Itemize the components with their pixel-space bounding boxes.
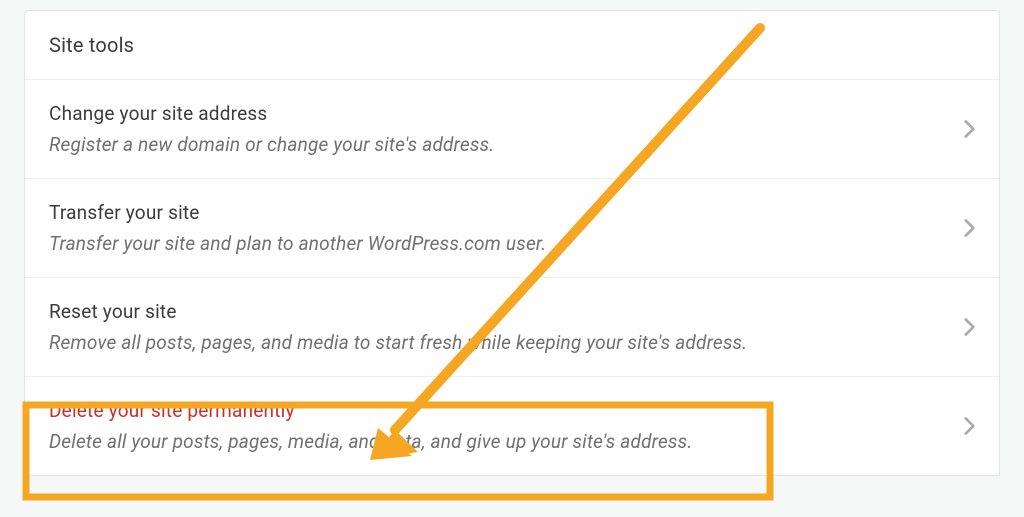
row-text: Change your site address Register a new … (49, 102, 955, 156)
row-desc: Transfer your site and plan to another W… (49, 232, 955, 255)
chevron-right-icon (955, 412, 983, 440)
row-change-address[interactable]: Change your site address Register a new … (25, 80, 999, 179)
row-delete-site[interactable]: Delete your site permanently Delete all … (25, 377, 999, 475)
row-desc: Remove all posts, pages, and media to st… (49, 331, 955, 354)
row-text: Reset your site Remove all posts, pages,… (49, 300, 955, 354)
section-header: Site tools (25, 11, 999, 80)
chevron-right-icon (955, 313, 983, 341)
row-title: Transfer your site (49, 201, 955, 224)
row-title: Reset your site (49, 300, 955, 323)
row-text: Delete your site permanently Delete all … (49, 399, 955, 453)
site-tools-panel: Site tools Change your site address Regi… (24, 10, 1000, 476)
row-desc: Register a new domain or change your sit… (49, 133, 955, 156)
row-desc: Delete all your posts, pages, media, and… (49, 430, 955, 453)
chevron-right-icon (955, 214, 983, 242)
row-reset-site[interactable]: Reset your site Remove all posts, pages,… (25, 278, 999, 377)
row-title: Delete your site permanently (49, 399, 955, 422)
row-title: Change your site address (49, 102, 955, 125)
section-title: Site tools (49, 33, 975, 57)
row-text: Transfer your site Transfer your site an… (49, 201, 955, 255)
row-transfer-site[interactable]: Transfer your site Transfer your site an… (25, 179, 999, 278)
chevron-right-icon (955, 115, 983, 143)
